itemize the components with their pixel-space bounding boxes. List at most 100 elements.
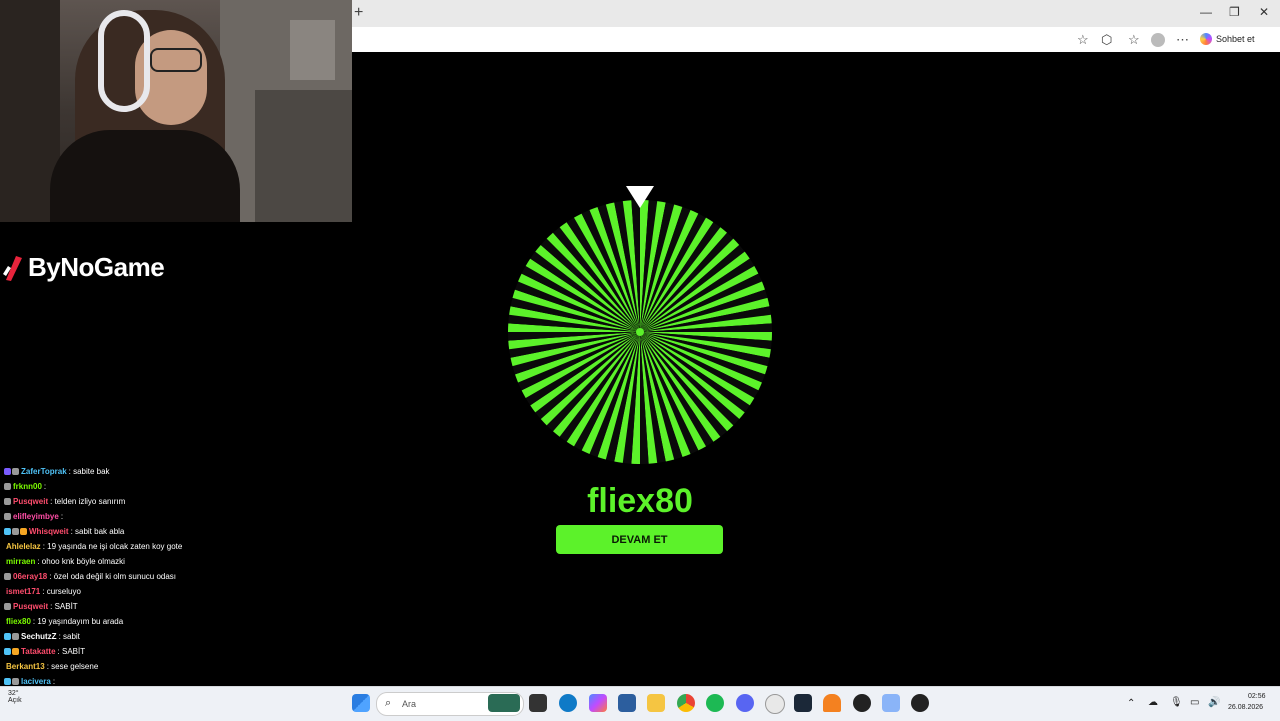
user-badge-icon — [12, 468, 19, 475]
settings-app-icon[interactable] — [882, 694, 900, 712]
spin-wheel[interactable] — [506, 198, 774, 466]
address-bar[interactable] — [352, 27, 1280, 53]
chat-badges — [4, 633, 19, 640]
chat-text: : SABİT — [57, 647, 86, 656]
chat-text: : 19 yaşında ne işi olcak zaten koy gote — [42, 542, 183, 551]
chat-username[interactable]: Ahlelelaz — [6, 542, 41, 551]
taskbar — [0, 686, 1280, 721]
chat-message: Ahlelelaz : 19 yaşında ne işi olcak zate… — [4, 539, 334, 554]
cloudflare-icon[interactable] — [823, 694, 841, 712]
user-badge-icon — [12, 528, 19, 535]
chat-username[interactable]: fliex80 — [6, 617, 31, 626]
chat-message: SechutzZ : sabit — [4, 629, 334, 644]
profile-avatar-icon[interactable] — [1151, 33, 1165, 47]
user-badge-icon — [4, 528, 11, 535]
chat-message: Pusqweit : SABİT — [4, 599, 334, 614]
volume-icon[interactable]: 🔊 — [1208, 697, 1220, 708]
user-badge-icon — [4, 648, 11, 655]
chat-username[interactable]: Pusqweit — [13, 602, 48, 611]
spotify-icon[interactable] — [706, 694, 724, 712]
network-icon[interactable]: ▭ — [1190, 697, 1199, 708]
microphone-icon[interactable]: 🎙 — [1170, 697, 1183, 708]
user-badge-icon — [4, 678, 11, 685]
chat-message: fliex80 : 19 yaşındayım bu arada — [4, 614, 334, 629]
chat-badges — [4, 513, 11, 520]
chat-text: : telden izliyo sanırım — [50, 497, 126, 506]
store-icon[interactable] — [618, 694, 636, 712]
page-content — [352, 52, 1280, 686]
discord-icon[interactable] — [736, 694, 754, 712]
weather-temp: 32° — [8, 690, 19, 697]
chat-badges — [4, 528, 27, 535]
chat-text: : sabite bak — [68, 467, 110, 476]
chat-username[interactable]: mirraen — [6, 557, 35, 566]
chat-message: ismet171 : curseluyo — [4, 584, 334, 599]
chat-message: Berkant13 : sese gelsene — [4, 659, 334, 674]
media-player-icon[interactable] — [911, 694, 929, 712]
maximize-button[interactable]: ❐ — [1229, 5, 1240, 19]
weather-label: Açık — [8, 697, 22, 704]
more-options-icon[interactable]: ⋯ — [1176, 32, 1189, 48]
wheel-hub — [636, 328, 644, 336]
chrome-icon[interactable] — [677, 694, 695, 712]
obs-icon[interactable] — [853, 694, 871, 712]
extensions-icon[interactable]: ⬡ — [1101, 32, 1112, 48]
brand-mark-icon — [3, 255, 22, 281]
chat-username[interactable]: Tatakatte — [21, 647, 56, 656]
close-window-button[interactable]: ✕ — [1259, 5, 1269, 19]
tray-overflow-icon[interactable]: ⌃ — [1127, 698, 1135, 709]
file-explorer-icon[interactable] — [647, 694, 665, 712]
steam-icon[interactable] — [794, 694, 812, 712]
chat-message: mirraen : ohoo knk böyle olmazki — [4, 554, 334, 569]
chat-username[interactable]: Berkant13 — [6, 662, 45, 671]
start-button[interactable] — [352, 694, 370, 712]
chat-username[interactable]: ZaferToprak — [21, 467, 67, 476]
chat-message: Pusqweit : telden izliyo sanırım — [4, 494, 334, 509]
chat-badges — [4, 498, 11, 505]
chat-text: : sese gelsene — [46, 662, 99, 671]
chat-text: : 19 yaşındayım bu arada — [32, 617, 124, 626]
chat-username[interactable]: Whisqweit — [29, 527, 69, 536]
chat-text: : sabit bak abla — [70, 527, 125, 536]
chat-text: : ohoo knk böyle olmazki — [37, 557, 125, 566]
user-badge-icon — [12, 678, 19, 685]
chat-username[interactable]: elifleyimbye — [13, 512, 59, 521]
copilot-app-icon[interactable] — [589, 694, 607, 712]
chat-text: : sabit — [58, 632, 80, 641]
chat-badges — [4, 483, 11, 490]
chat-username[interactable]: ismet171 — [6, 587, 40, 596]
continue-button[interactable]: DEVAM ET — [556, 525, 723, 554]
search-placeholder: Ara — [402, 699, 417, 709]
search-highlight-icon — [488, 694, 520, 712]
chat-username[interactable]: lacivera — [21, 677, 51, 686]
chat-text: : — [52, 677, 56, 686]
user-badge-icon — [4, 573, 11, 580]
task-view-icon[interactable] — [529, 694, 547, 712]
chat-username[interactable]: Pusqweit — [13, 497, 48, 506]
chat-message: Whisqweit : sabit bak abla — [4, 524, 334, 539]
edge-browser-icon[interactable] — [559, 694, 577, 712]
chat-message: 06eray18 : özel oda değil ki olm sunucu … — [4, 569, 334, 584]
chat-badges — [4, 648, 19, 655]
clock-date[interactable]: 26.08.2026 — [1228, 704, 1263, 711]
user-badge-icon — [4, 633, 11, 640]
chat-message: Tatakatte : SABİT — [4, 644, 334, 659]
cloud-icon[interactable]: ☁ — [1148, 697, 1158, 708]
brand-name: ByNoGame — [28, 252, 165, 282]
minimize-button[interactable]: — — [1200, 5, 1212, 19]
chat-message: elifleyimbye : — [4, 509, 334, 524]
new-tab-button[interactable]: + — [354, 4, 363, 22]
user-badge-icon — [4, 498, 11, 505]
copilot-chat-button[interactable]: Sohbet et — [1200, 33, 1255, 45]
chat-username[interactable]: frknn00 — [13, 482, 42, 491]
app-icon[interactable] — [765, 694, 785, 714]
clock-time[interactable]: 02:56 — [1248, 693, 1266, 700]
weather-widget[interactable]: 32° Açık — [8, 690, 22, 704]
favorites-icon[interactable]: ☆ — [1128, 32, 1140, 48]
brand-logo: ByNoGame — [2, 252, 165, 283]
chat-username[interactable]: 06eray18 — [13, 572, 47, 581]
user-badge-icon — [12, 648, 19, 655]
chat-username[interactable]: SechutzZ — [21, 632, 57, 641]
favorite-star-icon[interactable]: ☆ — [1077, 32, 1089, 48]
user-badge-icon — [4, 483, 11, 490]
